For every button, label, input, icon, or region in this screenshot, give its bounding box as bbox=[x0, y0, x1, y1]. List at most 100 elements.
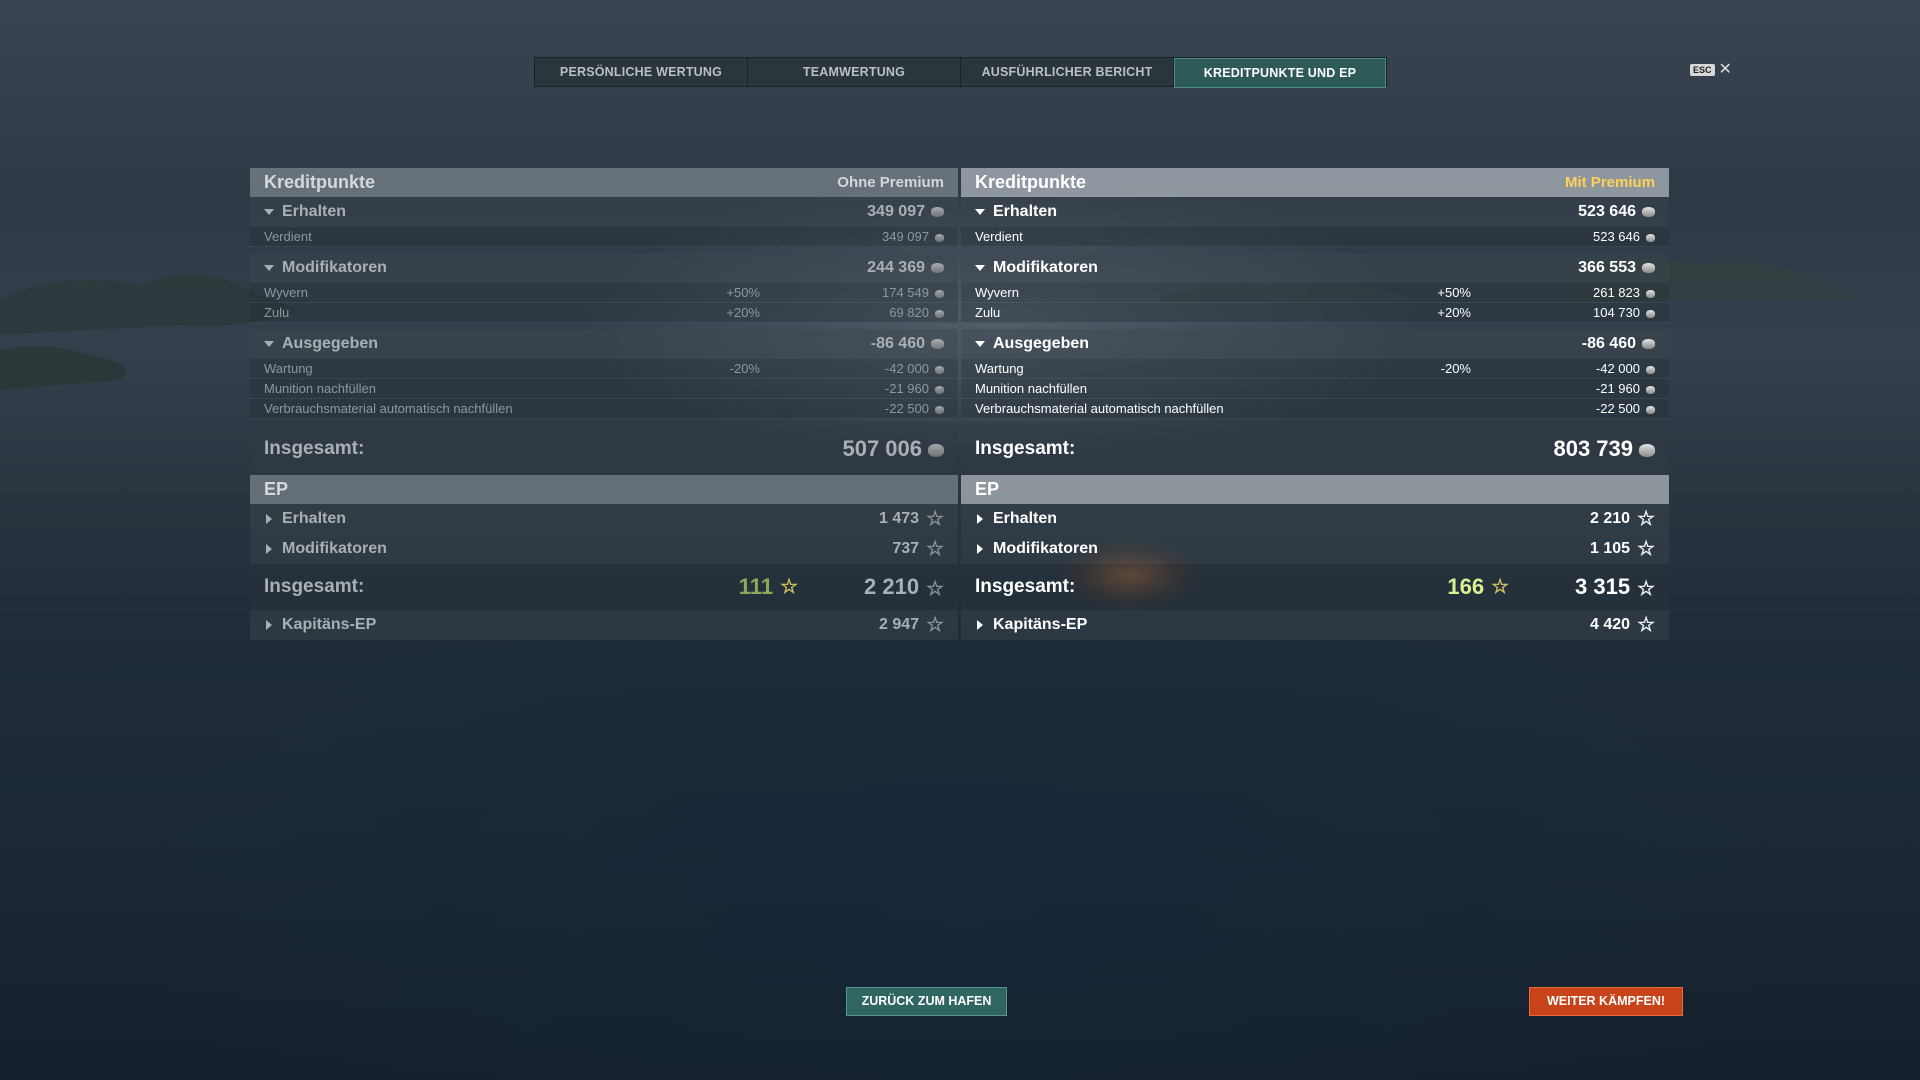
xp-title: EP bbox=[264, 479, 289, 499]
credit-coin-icon bbox=[1646, 309, 1655, 318]
credit-coin-icon bbox=[1646, 405, 1655, 414]
total-value: 803 739 bbox=[1553, 436, 1633, 461]
credit-coin-icon bbox=[935, 365, 944, 374]
row-percent: +50% bbox=[726, 285, 760, 300]
total-label: Insgesamt: bbox=[975, 438, 1076, 459]
row-label: Modifikatoren bbox=[993, 540, 1098, 557]
row-zulu: Zulu +20% 69 820 bbox=[250, 303, 958, 323]
section-ausgegeben[interactable]: Ausgegeben -86 460 bbox=[250, 329, 958, 359]
row-verbrauchsmaterial: Verbrauchsmaterial automatisch nachfülle… bbox=[250, 399, 958, 419]
row-value: 523 646 bbox=[1593, 229, 1640, 244]
caret-right-icon bbox=[977, 620, 983, 630]
row-label: Munition nachfüllen bbox=[264, 381, 377, 396]
section-modifikatoren[interactable]: Modifikatoren 244 369 bbox=[250, 253, 958, 283]
row-value: 261 823 bbox=[1593, 285, 1640, 300]
row-label: Zulu bbox=[264, 305, 290, 320]
row-value: 69 820 bbox=[889, 305, 929, 320]
caret-down-icon bbox=[975, 341, 985, 347]
section-ausgegeben[interactable]: Ausgegeben -86 460 bbox=[961, 329, 1669, 359]
row-label: Erhalten bbox=[993, 510, 1058, 527]
elite-xp: 166 ☆ bbox=[1447, 574, 1509, 600]
elite-xp-value: 166 bbox=[1447, 574, 1485, 599]
xp-total-row: Insgesamt: 166 ☆ 3 315 ☆ bbox=[961, 564, 1669, 610]
star-icon: ☆ bbox=[926, 577, 944, 600]
credit-coin-icon bbox=[1642, 206, 1655, 217]
row-label: Erhalten bbox=[282, 510, 347, 527]
row-percent: +50% bbox=[1437, 285, 1471, 300]
row-value: 1 473 bbox=[879, 510, 920, 528]
row-munition: Munition nachfüllen -21 960 bbox=[961, 379, 1669, 399]
row-label: Verdient bbox=[975, 229, 1023, 244]
section-erhalten[interactable]: Erhalten 523 646 bbox=[961, 197, 1669, 227]
row-percent: +20% bbox=[1437, 305, 1471, 320]
section-ep-erhalten[interactable]: Erhalten 1 473 ☆ bbox=[250, 504, 958, 534]
section-captain-xp[interactable]: Kapitäns-EP 2 947 ☆ bbox=[250, 610, 958, 640]
row-value: 4 420 bbox=[1590, 616, 1631, 634]
row-value: 244 369 bbox=[867, 259, 925, 276]
tab-credits-and-xp[interactable]: KREDITPUNKTE UND EP bbox=[1174, 58, 1386, 88]
credit-coin-icon bbox=[931, 206, 944, 217]
row-label: Wartung bbox=[975, 361, 1024, 376]
row-label: Verbrauchsmaterial automatisch nachfülle… bbox=[975, 401, 1224, 416]
tab-personal-score[interactable]: PERSÖNLICHE WERTUNG bbox=[535, 58, 748, 86]
row-value: -21 960 bbox=[1595, 381, 1640, 396]
row-label: Kapitäns-EP bbox=[282, 616, 377, 633]
star-icon: ☆ bbox=[926, 613, 944, 636]
row-label: Kapitäns-EP bbox=[993, 616, 1088, 633]
credit-coin-icon bbox=[931, 262, 944, 273]
credit-coin-icon bbox=[928, 444, 944, 458]
row-value: 1 105 bbox=[1590, 540, 1631, 558]
caret-down-icon bbox=[975, 265, 985, 271]
row-value: 366 553 bbox=[1578, 259, 1636, 276]
row-label: Modifikatoren bbox=[993, 259, 1098, 276]
row-munition: Munition nachfüllen -21 960 bbox=[250, 379, 958, 399]
section-ep-erhalten[interactable]: Erhalten 2 210 ☆ bbox=[961, 504, 1669, 534]
credits-total-row: Insgesamt: 803 739 bbox=[961, 423, 1669, 475]
credit-coin-icon bbox=[935, 233, 944, 242]
row-value: 349 097 bbox=[867, 203, 925, 220]
credits-header: Kreditpunkte Ohne Premium bbox=[250, 168, 958, 197]
row-value: -42 000 bbox=[884, 361, 929, 376]
row-percent: -20% bbox=[729, 361, 760, 376]
elite-star-icon: ☆ bbox=[780, 576, 798, 598]
row-value: -21 960 bbox=[884, 381, 929, 396]
star-icon: ☆ bbox=[1637, 613, 1655, 636]
section-modifikatoren[interactable]: Modifikatoren 366 553 bbox=[961, 253, 1669, 283]
caret-right-icon bbox=[266, 620, 272, 630]
star-icon: ☆ bbox=[1637, 537, 1655, 560]
caret-right-icon bbox=[977, 544, 983, 554]
section-captain-xp[interactable]: Kapitäns-EP 4 420 ☆ bbox=[961, 610, 1669, 640]
caret-right-icon bbox=[266, 544, 272, 554]
total-value: 2 210 bbox=[864, 574, 920, 599]
row-label: Ausgegeben bbox=[993, 335, 1090, 352]
caret-down-icon bbox=[264, 209, 274, 215]
credit-coin-icon bbox=[935, 385, 944, 394]
elite-xp-value: 111 bbox=[738, 574, 774, 599]
tab-detailed-report[interactable]: AUSFÜHRLICHER BERICHT bbox=[961, 58, 1174, 86]
credit-coin-icon bbox=[1642, 262, 1655, 273]
row-wartung: Wartung -20% -42 000 bbox=[250, 359, 958, 379]
row-value: 2 947 bbox=[879, 616, 920, 634]
caret-right-icon bbox=[977, 514, 983, 524]
row-wyvern: Wyvern +50% 174 549 bbox=[250, 283, 958, 303]
credit-coin-icon bbox=[1642, 338, 1655, 349]
row-value: 174 549 bbox=[882, 285, 929, 300]
keep-fighting-button[interactable]: WEITER KÄMPFEN! bbox=[1529, 987, 1683, 1016]
credit-coin-icon bbox=[1646, 385, 1655, 394]
row-zulu: Zulu +20% 104 730 bbox=[961, 303, 1669, 323]
row-label: Ausgegeben bbox=[282, 335, 379, 352]
row-value: -86 460 bbox=[870, 335, 925, 352]
section-ep-modifikatoren[interactable]: Modifikatoren 1 105 ☆ bbox=[961, 534, 1669, 564]
row-verdient: Verdient 523 646 bbox=[961, 227, 1669, 247]
elite-xp: 111 ☆ bbox=[739, 574, 798, 600]
back-to-harbor-button[interactable]: ZURÜCK ZUM HAFEN bbox=[846, 987, 1007, 1016]
section-erhalten[interactable]: Erhalten 349 097 bbox=[250, 197, 958, 227]
credits-title: Kreditpunkte bbox=[975, 172, 1087, 192]
tab-bar: PERSÖNLICHE WERTUNG TEAMWERTUNG AUSFÜHRL… bbox=[534, 57, 1387, 88]
close-icon: ✕ bbox=[1718, 61, 1732, 78]
close-button[interactable]: ESC ✕ bbox=[1690, 61, 1732, 78]
star-icon: ☆ bbox=[1637, 577, 1655, 600]
elite-star-icon: ☆ bbox=[1491, 576, 1509, 598]
tab-team-score[interactable]: TEAMWERTUNG bbox=[748, 58, 961, 86]
section-ep-modifikatoren[interactable]: Modifikatoren 737 ☆ bbox=[250, 534, 958, 564]
